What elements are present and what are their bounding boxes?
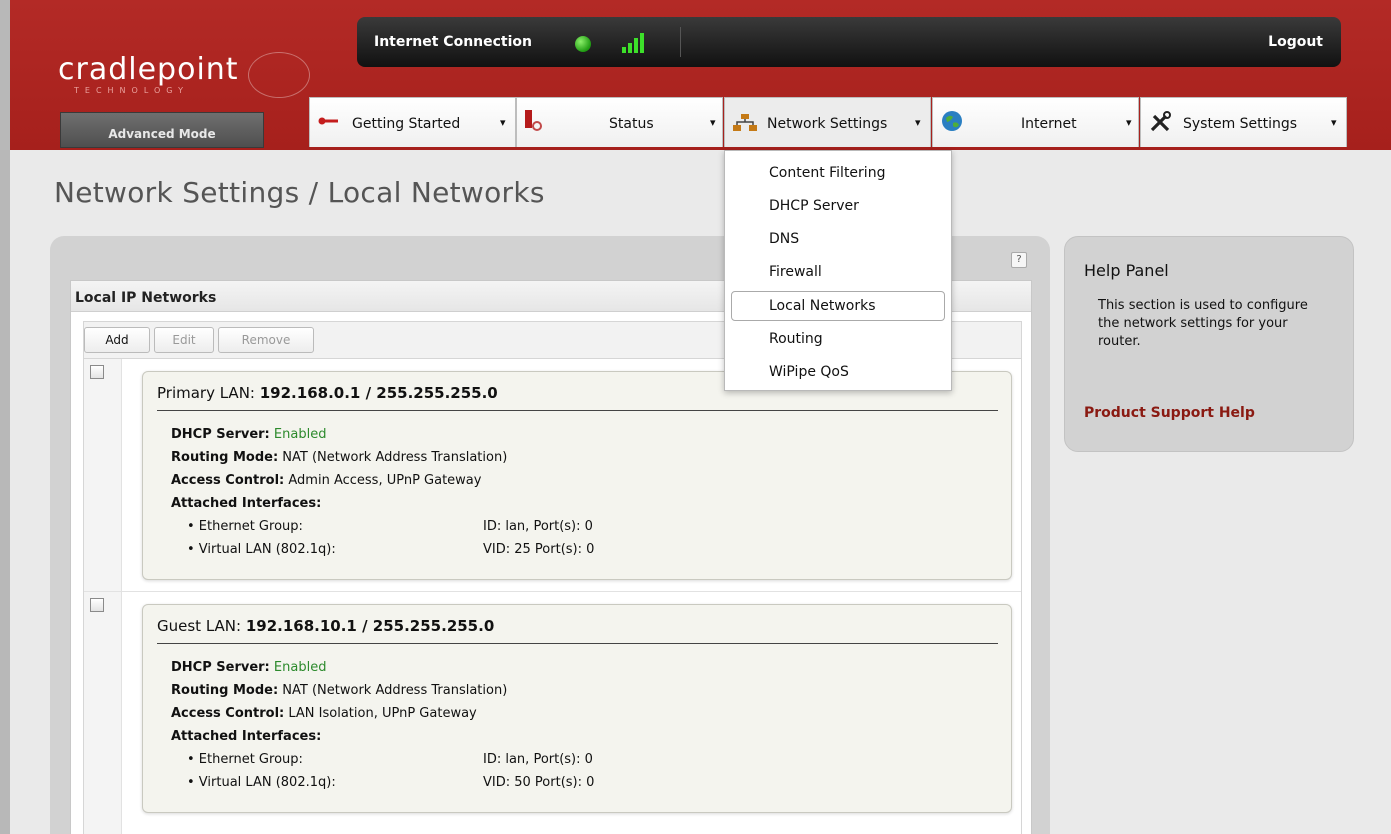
network-card: Primary LAN: 192.168.0.1 / 255.255.255.0…: [142, 371, 1012, 580]
chevron-down-icon: ▾: [1331, 116, 1337, 129]
tab-label: Network Settings: [767, 116, 888, 132]
network-address: 192.168.10.1 / 255.255.255.0: [245, 617, 495, 635]
globe-icon: [941, 110, 963, 136]
menu-item-dhcp-server[interactable]: DHCP Server: [769, 198, 859, 214]
add-button[interactable]: Add: [84, 327, 150, 353]
networks-grid: Add Edit Remove Primary LAN: 192.168.0.1…: [83, 321, 1022, 834]
advanced-mode-label: Advanced Mode: [108, 127, 216, 141]
dhcp-line: DHCP Server: Enabled: [171, 427, 326, 442]
dhcp-line: DHCP Server: Enabled: [171, 660, 326, 675]
network-title: Guest LAN: 192.168.10.1 / 255.255.255.0: [157, 617, 494, 635]
row-select-column: [84, 592, 122, 834]
interface-name: • Virtual LAN (802.1q):: [187, 542, 336, 557]
menu-item-local-networks[interactable]: Local Networks: [769, 298, 875, 314]
help-question-icon[interactable]: ?: [1011, 252, 1027, 268]
top-status-bar: Internet Connection Logout: [357, 17, 1341, 67]
logo-ring-decoration: [248, 52, 310, 98]
tab-label: Status: [609, 116, 654, 132]
page-title: Network Settings / Local Networks: [54, 176, 545, 209]
routing-line: Routing Mode: NAT (Network Address Trans…: [171, 450, 507, 465]
access-line: Access Control: Admin Access, UPnP Gatew…: [171, 473, 481, 488]
chevron-down-icon: ▾: [915, 116, 921, 129]
app-frame: cradlepoint TECHNOLOGY Advanced Mode Int…: [10, 0, 1391, 834]
logout-link[interactable]: Logout: [1268, 34, 1323, 50]
dhcp-label: DHCP Server:: [171, 660, 270, 675]
table-row[interactable]: Guest LAN: 192.168.10.1 / 255.255.255.0 …: [84, 592, 1021, 834]
menu-item-wipipe-qos[interactable]: WiPipe QoS: [769, 364, 849, 380]
chevron-down-icon: ▾: [500, 116, 506, 129]
menu-item-routing[interactable]: Routing: [769, 331, 823, 347]
connection-status-led-icon: [575, 36, 591, 52]
interface-value: VID: 25 Port(s): 0: [483, 542, 595, 557]
tab-internet[interactable]: Internet ▾: [932, 97, 1139, 147]
menu-item-content-filtering[interactable]: Content Filtering: [769, 165, 885, 181]
help-panel-text: This section is used to configure the ne…: [1098, 298, 1308, 349]
interface-value: ID: lan, Port(s): 0: [483, 519, 593, 534]
routing-value: NAT (Network Address Translation): [282, 450, 508, 465]
interface-value: VID: 50 Port(s): 0: [483, 775, 595, 790]
row-select-column: [84, 359, 122, 591]
attached-label: Attached Interfaces:: [171, 496, 322, 511]
tools-icon: [1149, 111, 1171, 137]
product-support-help-link[interactable]: Product Support Help: [1084, 405, 1255, 421]
network-title: Primary LAN: 192.168.0.1 / 255.255.255.0: [157, 384, 498, 402]
network-icon: [733, 114, 757, 136]
divider: [157, 643, 998, 644]
logo: cradlepoint: [58, 52, 239, 87]
tab-getting-started[interactable]: Getting Started ▾: [309, 97, 516, 147]
edit-button[interactable]: Edit: [154, 327, 214, 353]
divider: [157, 410, 998, 411]
dhcp-status: Enabled: [273, 660, 327, 675]
network-settings-dropdown: Content Filtering DHCP Server DNS Firewa…: [724, 150, 952, 391]
tab-label: Getting Started: [352, 116, 461, 132]
tab-network-settings[interactable]: Network Settings ▾: [724, 97, 931, 147]
row-checkbox[interactable]: [90, 365, 104, 379]
access-line: Access Control: LAN Isolation, UPnP Gate…: [171, 706, 477, 721]
network-name: Guest LAN:: [157, 617, 242, 635]
routing-label: Routing Mode:: [171, 683, 279, 698]
tab-status[interactable]: Status ▾: [516, 97, 723, 147]
advanced-mode-button[interactable]: Advanced Mode: [60, 112, 264, 148]
key-icon: [318, 114, 340, 132]
dhcp-status: Enabled: [273, 427, 327, 442]
interface-name: • Ethernet Group:: [187, 519, 303, 534]
tab-system-settings[interactable]: System Settings ▾: [1140, 97, 1347, 147]
network-address: 192.168.0.1 / 255.255.255.0: [259, 384, 498, 402]
remove-button[interactable]: Remove: [218, 327, 314, 353]
interface-name: • Virtual LAN (802.1q):: [187, 775, 336, 790]
access-value: LAN Isolation, UPnP Gateway: [288, 706, 477, 721]
dhcp-label: DHCP Server:: [171, 427, 270, 442]
table-row[interactable]: Primary LAN: 192.168.0.1 / 255.255.255.0…: [84, 359, 1021, 592]
menu-item-dns[interactable]: DNS: [769, 231, 799, 247]
tab-label: System Settings: [1183, 116, 1298, 132]
routing-line: Routing Mode: NAT (Network Address Trans…: [171, 683, 507, 698]
interface-value: ID: lan, Port(s): 0: [483, 752, 593, 767]
access-label: Access Control:: [171, 473, 285, 488]
interface-name: • Ethernet Group:: [187, 752, 303, 767]
chevron-down-icon: ▾: [1126, 116, 1132, 129]
access-value: Admin Access, UPnP Gateway: [288, 473, 482, 488]
row-checkbox[interactable]: [90, 598, 104, 612]
network-card: Guest LAN: 192.168.10.1 / 255.255.255.0 …: [142, 604, 1012, 813]
network-name: Primary LAN:: [157, 384, 255, 402]
internet-connection-label: Internet Connection: [374, 34, 532, 50]
access-label: Access Control:: [171, 706, 285, 721]
help-panel: Help Panel This section is used to confi…: [1064, 236, 1354, 452]
help-panel-title: Help Panel: [1084, 261, 1169, 280]
logo-subtitle: TECHNOLOGY: [74, 86, 189, 95]
status-icon: [525, 110, 545, 136]
attached-label: Attached Interfaces:: [171, 729, 322, 744]
routing-label: Routing Mode:: [171, 450, 279, 465]
menu-item-firewall[interactable]: Firewall: [769, 264, 822, 280]
header: cradlepoint TECHNOLOGY Advanced Mode Int…: [10, 0, 1391, 150]
divider: [680, 27, 681, 57]
routing-value: NAT (Network Address Translation): [282, 683, 508, 698]
chevron-down-icon: ▾: [710, 116, 716, 129]
tab-label: Internet: [1021, 116, 1077, 132]
